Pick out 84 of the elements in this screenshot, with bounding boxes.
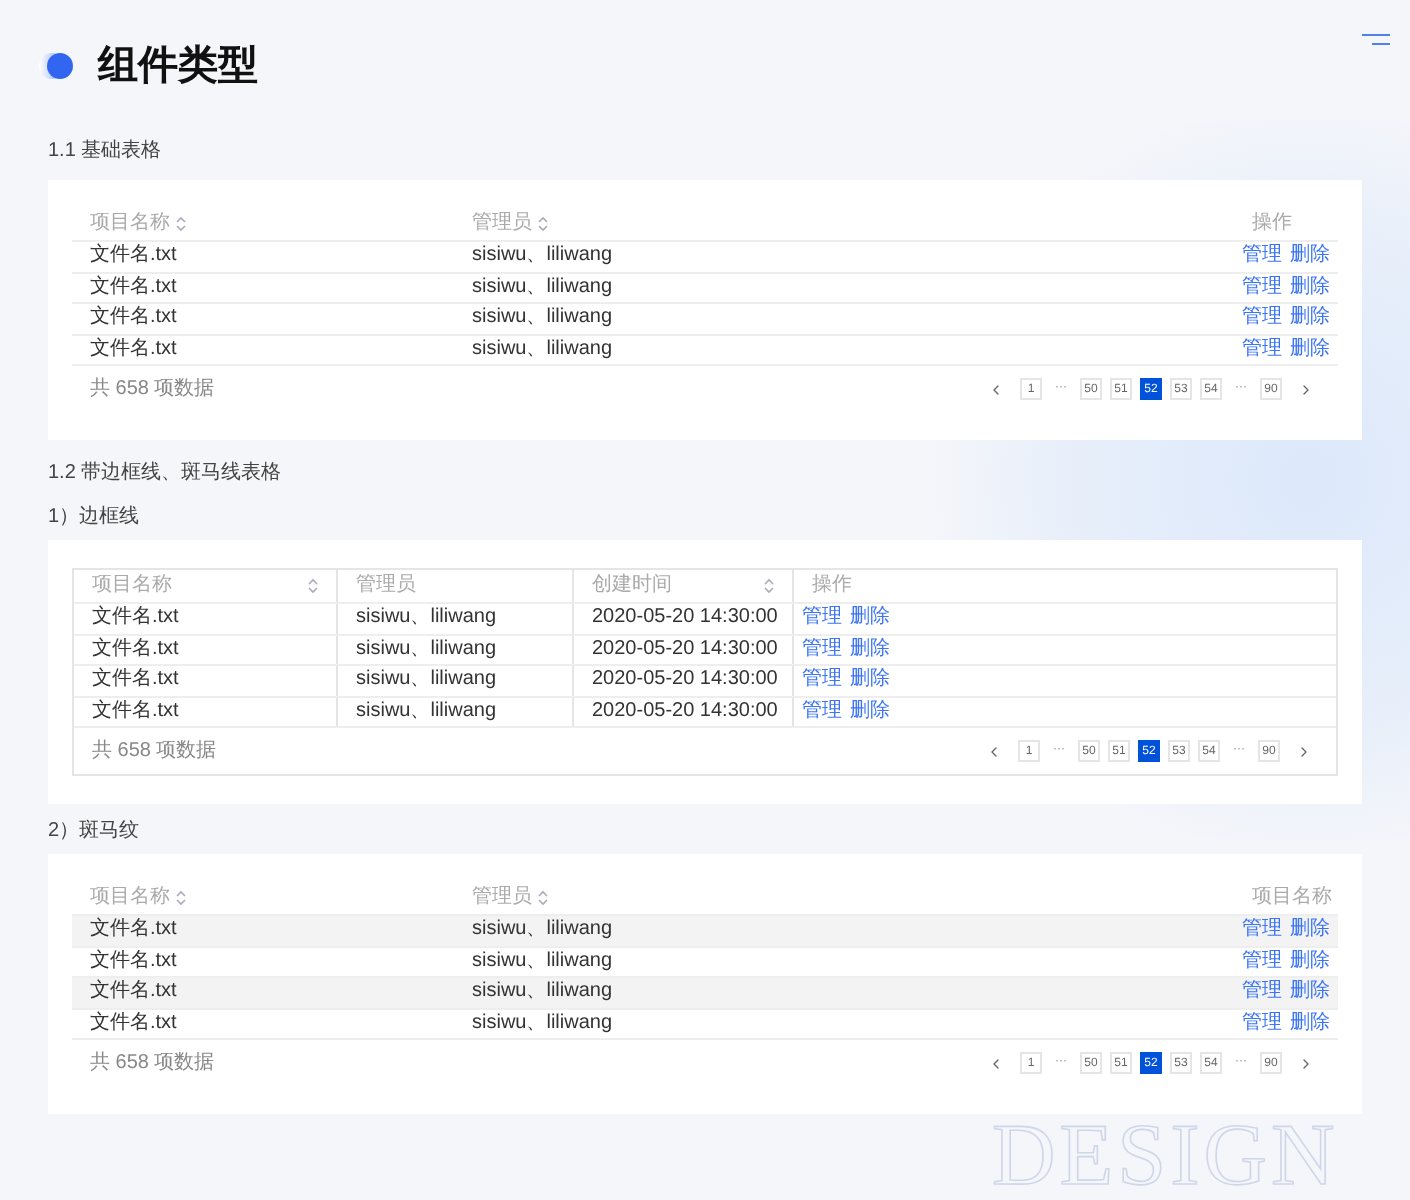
column-header: 管理员 (472, 214, 532, 234)
next-page-icon[interactable] (1298, 1055, 1314, 1071)
table-cell: sisiwu、liliwang (472, 308, 613, 329)
sort-icon[interactable] (538, 216, 548, 232)
action-link[interactable]: 管理 (1242, 982, 1282, 1003)
action-link[interactable]: 删除 (1290, 982, 1330, 1003)
next-page-icon[interactable] (1296, 743, 1312, 759)
table-cell: 2020-05-20 14:30:00 (592, 670, 778, 691)
column-header: 项目名称 (92, 576, 172, 596)
table-cell: sisiwu、liliwang (472, 277, 613, 298)
table-cell: sisiwu、liliwang (472, 920, 613, 941)
sort-icon[interactable] (176, 890, 186, 906)
action-link[interactable]: 管理 (802, 608, 842, 629)
table-cell: 文件名.txt (90, 308, 177, 329)
table-cell: sisiwu、liliwang (472, 1013, 613, 1034)
column-header: 项目名称 (1252, 888, 1332, 908)
column-header: 操作 (812, 576, 852, 596)
action-link[interactable]: 删除 (850, 639, 890, 660)
table-cell: sisiwu、liliwang (356, 639, 497, 660)
action-link[interactable]: 删除 (1290, 920, 1330, 941)
table-cell: 文件名.txt (90, 982, 177, 1003)
action-link[interactable]: 管理 (802, 701, 842, 722)
table-cell: sisiwu、liliwang (472, 982, 613, 1003)
section-subheading: 1）边框线 (48, 508, 140, 528)
action-link[interactable]: 删除 (1290, 277, 1330, 298)
column-header: 项目名称 (90, 888, 170, 908)
action-link[interactable]: 管理 (1242, 246, 1282, 267)
table-cell: sisiwu、liliwang (356, 670, 497, 691)
section-subheading: 2）斑马纹 (48, 822, 140, 842)
table-cell: 文件名.txt (90, 920, 177, 941)
table-cell: sisiwu、liliwang (472, 951, 613, 972)
action-link[interactable]: 删除 (850, 608, 890, 629)
sort-icon[interactable] (538, 890, 548, 906)
column-header: 创建时间 (592, 576, 672, 596)
action-link[interactable]: 删除 (1290, 339, 1330, 360)
column-header: 操作 (1252, 214, 1292, 234)
total-count: 共 658 项数据 (92, 741, 217, 761)
menu-icon[interactable] (1362, 34, 1390, 46)
next-page-icon[interactable] (1298, 381, 1314, 397)
action-link[interactable]: 管理 (1242, 339, 1282, 360)
action-link[interactable]: 删除 (850, 670, 890, 691)
table-cell: 文件名.txt (90, 277, 177, 298)
action-link[interactable]: 管理 (1242, 277, 1282, 298)
section-heading: 1.2 带边框线、斑马线表格 (48, 464, 282, 484)
sort-icon[interactable] (764, 578, 774, 594)
previous-page-icon[interactable] (988, 381, 1004, 397)
action-link[interactable]: 管理 (802, 670, 842, 691)
action-link[interactable]: 删除 (1290, 951, 1330, 972)
table-cell: sisiwu、liliwang (472, 246, 613, 267)
total-count: 共 658 项数据 (90, 1053, 215, 1073)
action-link[interactable]: 管理 (1242, 308, 1282, 329)
action-link[interactable]: 删除 (1290, 246, 1330, 267)
column-header: 管理员 (472, 888, 532, 908)
previous-page-icon[interactable] (988, 1055, 1004, 1071)
table-cell: 文件名.txt (92, 639, 179, 660)
table-cell: 文件名.txt (92, 701, 179, 722)
total-count: 共 658 项数据 (90, 379, 215, 399)
table-cell: 文件名.txt (90, 1013, 177, 1034)
table-cell: 2020-05-20 14:30:00 (592, 701, 778, 722)
table-cell: 文件名.txt (90, 339, 177, 360)
page-title: 组件类型 (98, 46, 258, 86)
action-link[interactable]: 删除 (1290, 308, 1330, 329)
sort-icon[interactable] (176, 216, 186, 232)
table-cell: 2020-05-20 14:30:00 (592, 639, 778, 660)
action-link[interactable]: 删除 (1290, 1013, 1330, 1034)
action-link[interactable]: 管理 (1242, 920, 1282, 941)
table-cell: sisiwu、liliwang (472, 339, 613, 360)
action-link[interactable]: 管理 (1242, 951, 1282, 972)
table-cell: 文件名.txt (90, 951, 177, 972)
logo-icon (38, 52, 74, 80)
action-link[interactable]: 管理 (802, 639, 842, 660)
table-cell: 文件名.txt (92, 670, 179, 691)
table-cell: 文件名.txt (92, 608, 179, 629)
table-cell: sisiwu、liliwang (356, 701, 497, 722)
column-header: 项目名称 (90, 214, 170, 234)
action-link[interactable]: 管理 (1242, 1013, 1282, 1034)
sort-icon[interactable] (308, 578, 318, 594)
table-cell: sisiwu、liliwang (356, 608, 497, 629)
section-heading: 1.1 基础表格 (48, 142, 162, 162)
table-cell: 文件名.txt (90, 246, 177, 267)
previous-page-icon[interactable] (986, 743, 1002, 759)
column-header: 管理员 (356, 576, 416, 596)
table-cell: 2020-05-20 14:30:00 (592, 608, 778, 629)
action-link[interactable]: 删除 (850, 701, 890, 722)
